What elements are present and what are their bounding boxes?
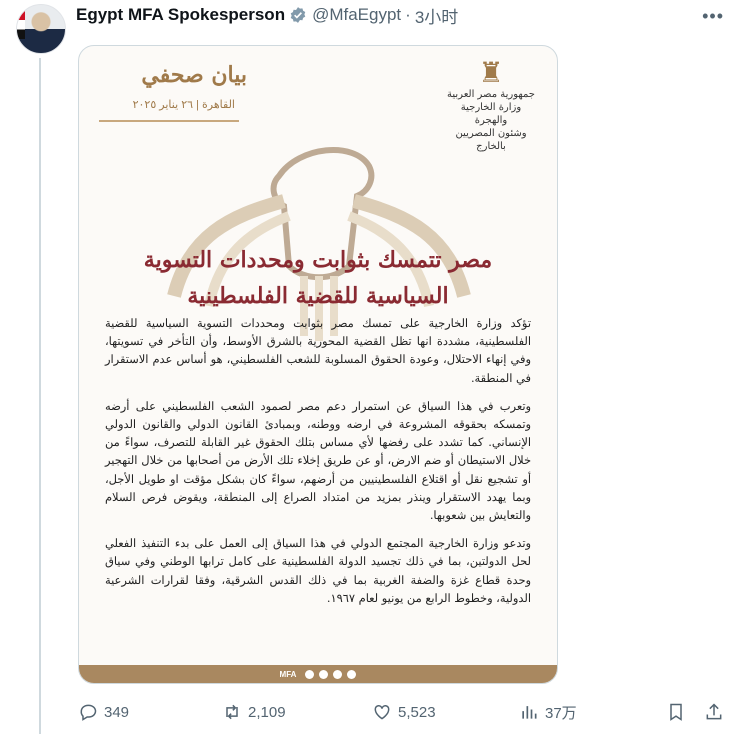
author-name[interactable]: Egypt MFA Spokesperson	[76, 5, 285, 25]
like-count: 5,523	[398, 703, 436, 721]
attached-image[interactable]: بيان صحفي القاهرة | ٢٦ يناير ٢٠٢٥ ♜ جمهو…	[78, 45, 558, 684]
headline: مصر تتمسك بثوابت ومحددات التسوية السياسي…	[99, 242, 537, 314]
bookmark-button[interactable]	[666, 700, 686, 724]
views-button[interactable]: 37万	[519, 700, 577, 724]
paragraph: وتعرب في هذا السياق عن استمرار دعم مصر ل…	[105, 398, 531, 523]
repost-button[interactable]: 2,109	[222, 700, 286, 724]
heart-icon	[374, 704, 390, 720]
reply-count: 349	[104, 703, 130, 721]
ministry-line: جمهورية مصر العربية	[447, 89, 535, 100]
author-avatar[interactable]	[16, 4, 66, 54]
repost-count: 2,109	[248, 703, 286, 721]
footer-label: MFA	[279, 669, 297, 679]
flag-icon	[17, 11, 25, 39]
youtube-icon	[347, 669, 357, 679]
eagle-emblem-icon: ♜	[478, 57, 504, 88]
press-release-title: بيان صحفي	[141, 62, 247, 88]
headline-line: السياسية للقضية الفلسطينية	[187, 283, 449, 309]
paragraph: وتدعو وزارة الخارجية المجتمع الدولي في ه…	[105, 536, 531, 605]
tweet-header: Egypt MFA Spokesperson @MfaEgypt · 3小时	[76, 3, 458, 28]
tweet-actions: 349 2,109 5,523 37万	[78, 700, 728, 724]
thread-line	[39, 58, 41, 734]
statement-body: تؤكد وزارة الخارجية على تمسك مصر بثوابت …	[105, 314, 531, 617]
facebook-icon	[305, 669, 315, 679]
x-icon	[319, 669, 329, 679]
paragraph: تؤكد وزارة الخارجية على تمسك مصر بثوابت …	[105, 316, 531, 385]
reply-icon	[80, 704, 97, 721]
more-dots-icon[interactable]: •••	[702, 6, 724, 27]
reply-button[interactable]: 349	[78, 700, 129, 724]
like-button[interactable]: 5,523	[372, 700, 436, 724]
views-chart-icon	[522, 706, 537, 719]
repost-icon	[226, 704, 238, 720]
document-footer: MFA	[79, 665, 557, 683]
share-icon	[706, 703, 722, 720]
share-button[interactable]	[704, 700, 724, 724]
verified-badge-icon	[290, 7, 306, 23]
separator-dot: ·	[405, 5, 411, 24]
author-handle[interactable]: @MfaEgypt	[312, 5, 401, 25]
headline-line: مصر تتمسك بثوابت ومحددات التسوية	[143, 247, 493, 273]
views-count: 37万	[545, 704, 577, 722]
bookmark-icon	[670, 703, 682, 721]
instagram-icon	[333, 669, 343, 679]
tweet-time[interactable]: 3小时	[415, 3, 458, 28]
